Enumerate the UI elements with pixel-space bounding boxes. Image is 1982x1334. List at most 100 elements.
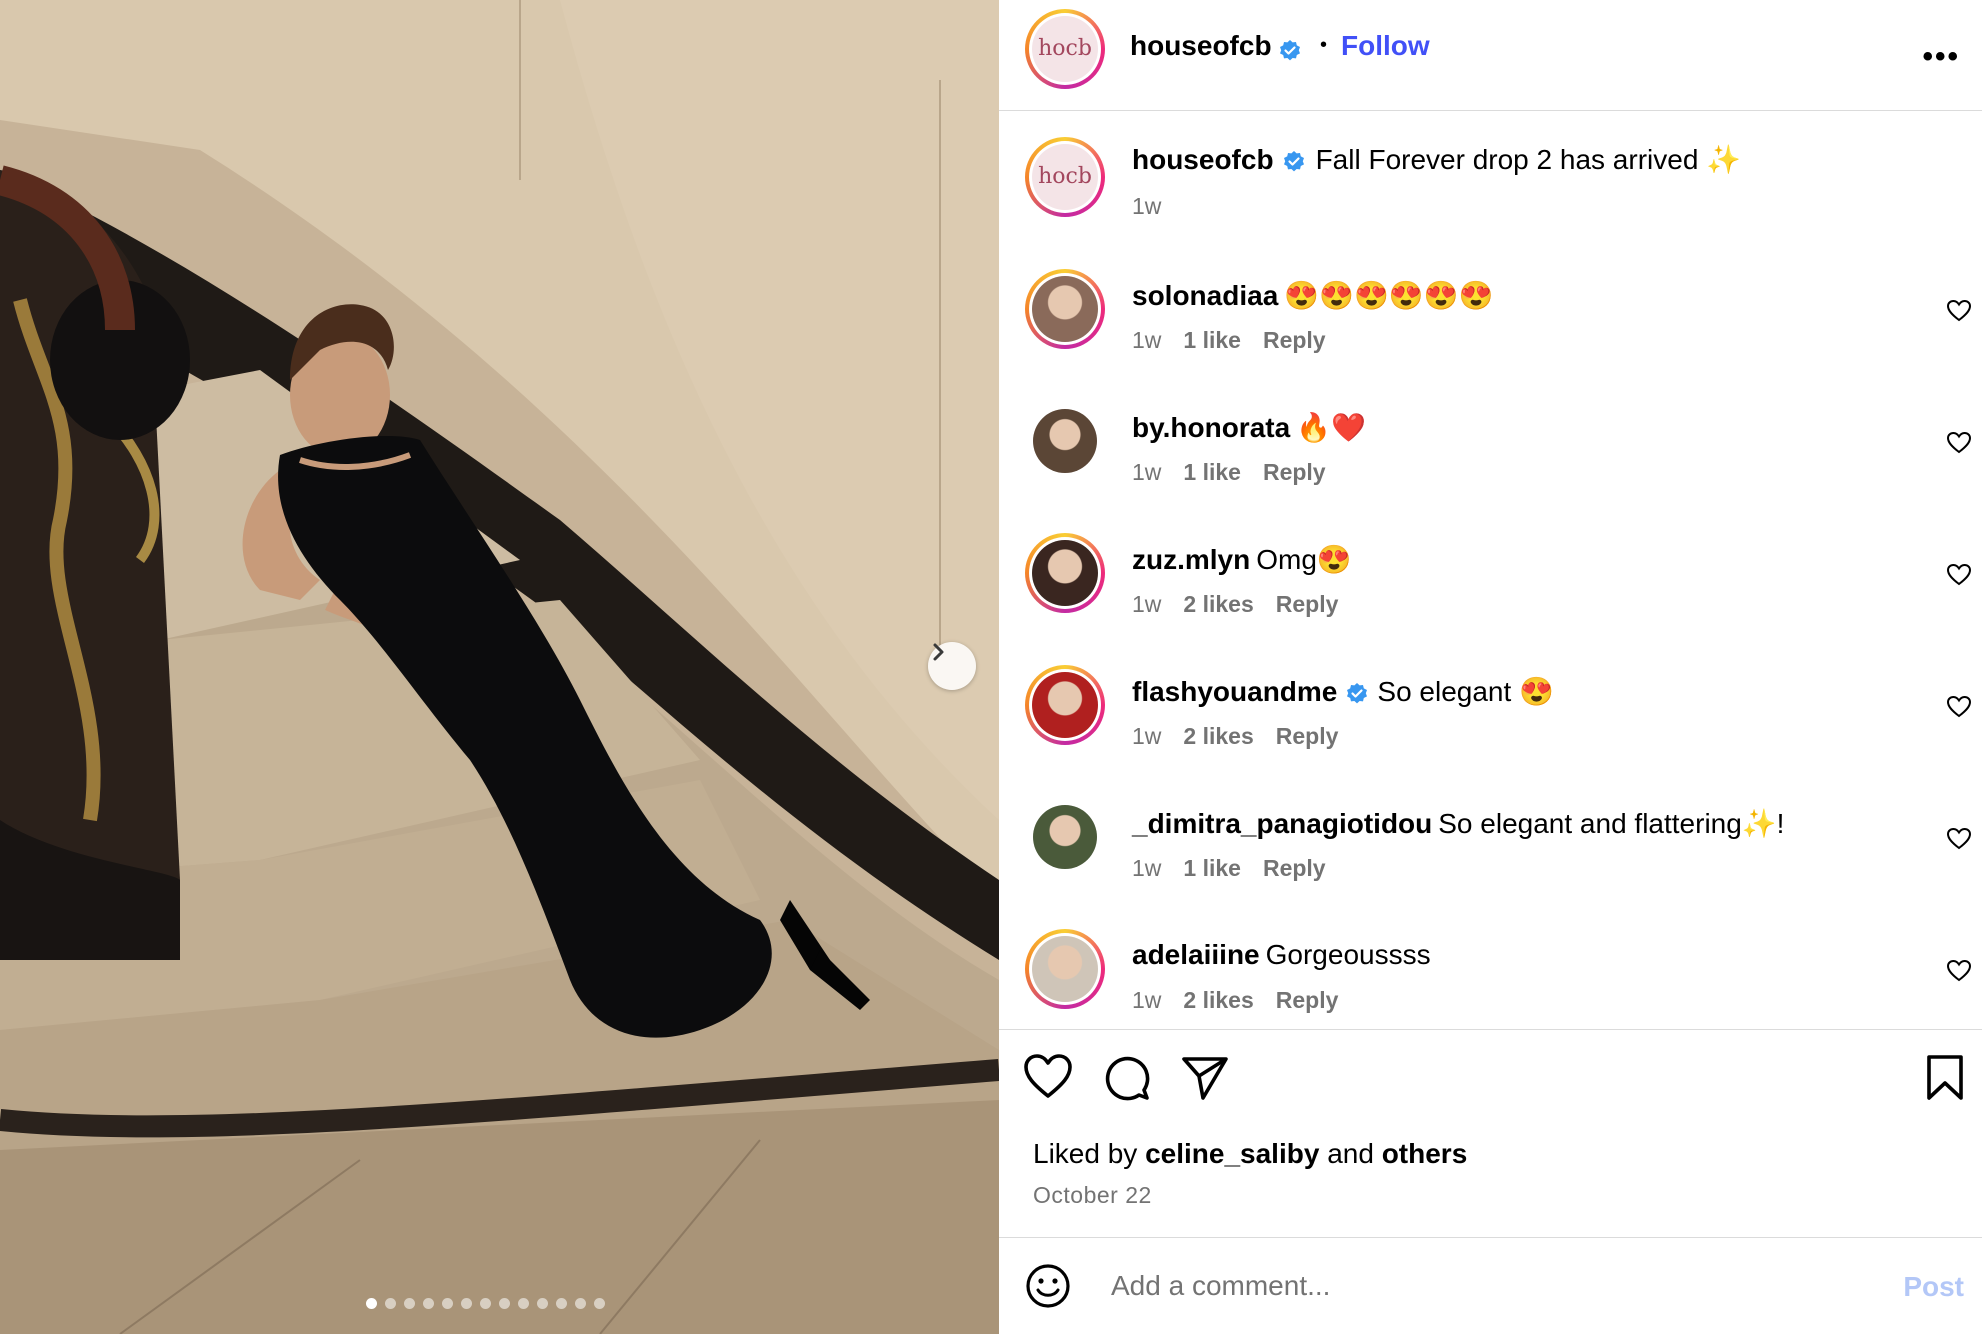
comment-likes[interactable]: 1 like [1183,855,1241,881]
comment-text-line: adelaiiine Gorgeoussss [1132,939,1431,971]
comment-text-line: by.honorata 🔥❤️ [1132,411,1366,444]
comment-like-icon[interactable] [1946,827,1972,851]
comment-meta: 1w 1 like Reply [1132,459,1348,486]
comment-likes[interactable]: 1 like [1183,327,1241,353]
carousel-dot [556,1298,567,1309]
comment-time: 1w [1132,987,1162,1013]
likes-summary: Liked by celine_saliby and others [1033,1138,1467,1170]
share-icon[interactable] [1181,1054,1229,1102]
carousel-dot [518,1298,529,1309]
caption-username[interactable]: houseofcb [1132,144,1274,175]
reply-button[interactable]: Reply [1263,855,1326,881]
liked-and: and [1327,1138,1374,1169]
comment-likes[interactable]: 1 like [1183,459,1241,485]
verified-icon [1283,150,1304,172]
comment-text: Omg😍 [1256,544,1352,575]
comment-like-icon[interactable] [1946,431,1972,455]
separator-dot: • [1320,34,1328,56]
comment-like-icon[interactable] [1946,563,1972,587]
post-media[interactable] [0,0,999,1334]
commenter-avatar[interactable] [1025,929,1105,1009]
emoji-icon[interactable] [1025,1263,1071,1309]
more-options-button[interactable]: ••• [1922,40,1960,74]
comment-input[interactable] [1109,1263,1773,1309]
post-header: hocb houseofcb • Follow ••• [999,0,1982,111]
carousel-dot [575,1298,586,1309]
comment-username[interactable]: _dimitra_panagiotidou [1132,808,1432,839]
caption-time: 1w [1132,193,1162,219]
comment-username[interactable]: adelaiiine [1132,939,1260,970]
carousel-dot [442,1298,453,1309]
carousel-dot [366,1298,377,1309]
comment-like-icon[interactable] [1946,299,1972,323]
liked-prefix: Liked by [1033,1138,1138,1169]
comment-likes[interactable]: 2 likes [1183,723,1253,749]
add-comment-bar: Post [999,1237,1982,1334]
comment-meta: 1w 1 like Reply [1132,327,1348,354]
bookmark-icon[interactable] [1925,1054,1965,1102]
author-avatar[interactable]: hocb [1025,9,1105,89]
comment-username[interactable]: solonadiaa [1132,280,1278,311]
carousel-dot [385,1298,396,1309]
post-comment-button[interactable]: Post [1903,1271,1964,1303]
comment-username[interactable]: zuz.mlyn [1132,544,1250,575]
comment-meta: 1w 2 likes Reply [1132,591,1360,618]
carousel-dot [404,1298,415,1309]
heart-icon[interactable] [1023,1054,1073,1100]
carousel-dot [480,1298,491,1309]
commenter-avatar[interactable] [1025,269,1105,349]
comment-row: adelaiiine Gorgeoussss 1w 2 likes Reply [999,929,1982,1029]
post-panel: hocb houseofcb • Follow ••• hocb houseofc… [999,0,1982,1334]
comment-likes[interactable]: 2 likes [1183,591,1253,617]
comments-list[interactable]: hocb houseofcb Fall Forever drop 2 has ar… [999,111,1982,1029]
post-photo [0,0,999,1334]
comment-row: zuz.mlyn Omg😍 1w 2 likes Reply [999,533,1982,643]
commenter-avatar[interactable] [1033,805,1097,869]
post-actions: Liked by celine_saliby and others Octobe… [999,1029,1982,1238]
commenter-photo [1032,672,1098,738]
liked-user-link[interactable]: celine_saliby [1145,1138,1319,1169]
caption-avatar[interactable]: hocb [1025,137,1105,217]
commenter-avatar[interactable] [1025,665,1105,745]
follow-button[interactable]: Follow [1341,30,1430,61]
comment-time: 1w [1132,723,1162,749]
reply-button[interactable]: Reply [1276,591,1339,617]
comment-like-icon[interactable] [1946,695,1972,719]
carousel-next-button[interactable] [928,642,976,690]
verified-icon [1347,682,1368,704]
reply-button[interactable]: Reply [1263,327,1326,353]
author-username[interactable]: houseofcb [1130,30,1272,61]
comment-username[interactable]: flashyouandme [1132,676,1337,707]
comment-icon[interactable] [1103,1054,1151,1102]
reply-button[interactable]: Reply [1263,459,1326,485]
comment-likes[interactable]: 2 likes [1183,987,1253,1013]
comment-text: Gorgeoussss [1265,939,1431,970]
more-icon: ••• [1922,40,1960,73]
post-date[interactable]: October 22 [1033,1182,1152,1209]
reply-button[interactable]: Reply [1276,987,1339,1013]
commenter-photo [1032,540,1098,606]
comment-row: flashyouandme So elegant 😍 1w 2 likes Reply [999,665,1982,775]
carousel-dot [461,1298,472,1309]
comment-like-icon[interactable] [1946,959,1972,983]
liked-others-link[interactable]: others [1382,1138,1468,1169]
comment-text-line: flashyouandme So elegant 😍 [1132,675,1554,708]
comment-meta: 1w 2 likes Reply [1132,723,1360,750]
reply-button[interactable]: Reply [1276,723,1339,749]
comment-username[interactable]: by.honorata [1132,412,1290,443]
commenter-avatar[interactable] [1033,409,1097,473]
carousel-dot [537,1298,548,1309]
verified-icon [1279,39,1300,61]
comment-time: 1w [1132,855,1162,881]
caption-text: Fall Forever drop 2 has arrived ✨ [1315,144,1742,175]
commenter-photo [1032,276,1098,342]
comment-time: 1w [1132,327,1162,353]
commenter-avatar[interactable] [1025,533,1105,613]
comment-text: So elegant and flattering✨! [1438,808,1785,839]
comment-time: 1w [1132,459,1162,485]
comment-row: by.honorata 🔥❤️ 1w 1 like Reply [999,401,1982,511]
commenter-photo [1032,936,1098,1002]
author-logo: hocb [1032,16,1098,82]
comment-text-line: _dimitra_panagiotidou So elegant and flat… [1132,807,1784,840]
caption-logo-text: hocb [1038,164,1092,189]
